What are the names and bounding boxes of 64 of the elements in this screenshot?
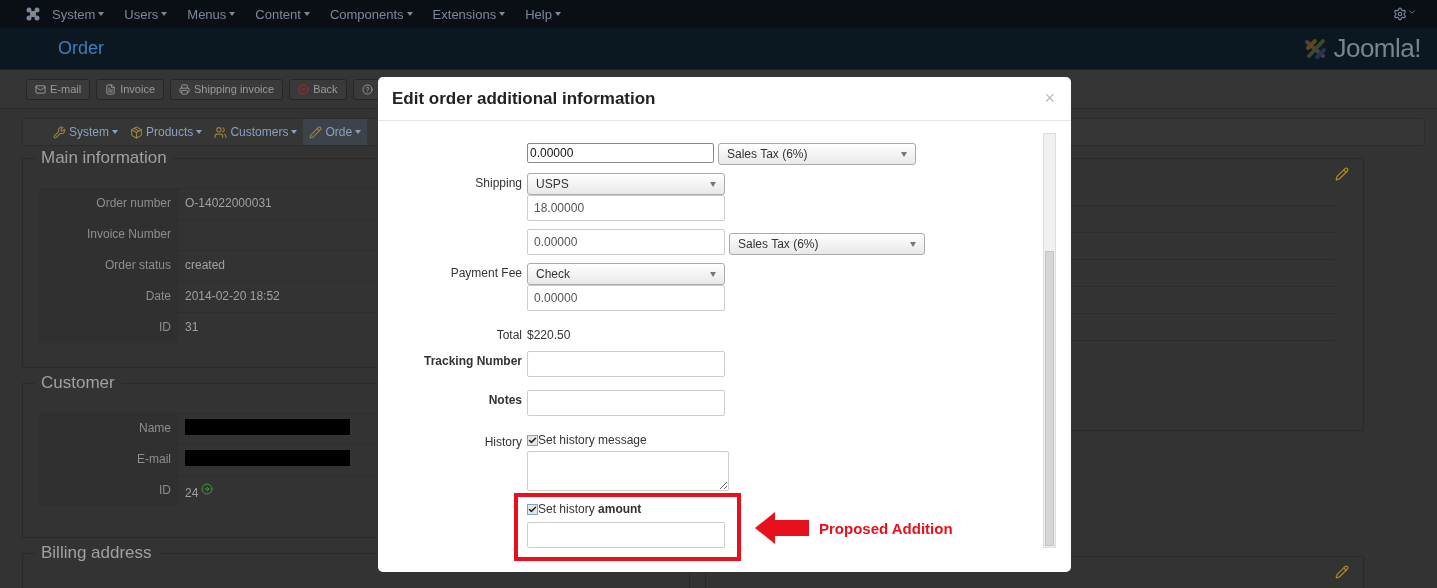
submenu-item[interactable]: Customers (208, 119, 304, 145)
field-label: Notes (487, 392, 522, 409)
field-label: Shipping (474, 175, 522, 192)
total-value: $220.50 (527, 328, 572, 342)
amount-field[interactable]: 0.00000 (527, 285, 725, 311)
submenu-item[interactable]: Orde (303, 119, 368, 145)
package-icon (130, 125, 143, 139)
menu-item[interactable]: Users (116, 6, 176, 22)
callout-text: Proposed Addition (819, 519, 953, 537)
text-field[interactable] (527, 351, 725, 377)
page-title: Order (58, 38, 104, 59)
text-field[interactable] (527, 390, 725, 416)
tax-select[interactable]: Sales Tax (6%) (718, 143, 916, 165)
section-title: Main information (41, 148, 167, 168)
toolbar-button[interactable]: Invoice (96, 78, 165, 100)
tax-select[interactable]: Sales Tax (6%) (729, 233, 925, 255)
amount-field[interactable]: 18.00000 (527, 195, 725, 221)
back-icon (298, 83, 310, 95)
people-icon (214, 125, 228, 139)
toolbar-button[interactable]: Back (289, 78, 347, 100)
amount-field[interactable]: 0.00000 (527, 143, 714, 163)
checkbox-label: Set history message (538, 433, 647, 447)
menu-item[interactable]: Menus (179, 6, 244, 22)
checkbox[interactable] (527, 434, 538, 446)
shipping-icon (179, 83, 191, 95)
logo-icon[interactable] (26, 7, 40, 21)
method-select[interactable]: USPS (527, 173, 725, 195)
logo-text: Joomla! (1333, 33, 1421, 64)
toolbar-button[interactable]: E-mail (26, 78, 91, 100)
scrollbar[interactable] (1043, 133, 1056, 548)
menu-item[interactable]: Content (247, 6, 318, 22)
row-value: 2014-02-20 18:52 (185, 289, 280, 303)
invoice-icon (105, 83, 117, 95)
section-title: Customer (41, 373, 115, 393)
checkbox[interactable] (527, 503, 538, 515)
message-field[interactable] (527, 451, 729, 491)
wrench-icon (53, 125, 66, 139)
amount-field[interactable]: 0.00000 (527, 229, 725, 255)
field-label: Payment Fee (449, 265, 522, 282)
toolbar-button[interactable]: Shipping invoice (170, 78, 284, 100)
settings-icon[interactable] (1393, 7, 1417, 21)
menu-item[interactable]: Components (321, 6, 421, 22)
row-value: 24 (185, 486, 199, 500)
arrow-icon (755, 512, 809, 544)
field-label: History (483, 434, 522, 451)
go-icon[interactable] (201, 483, 214, 495)
menu-item[interactable]: System (44, 6, 113, 22)
menu-item[interactable]: Extensions (424, 6, 514, 22)
amount-field[interactable] (527, 522, 725, 548)
submenu-item[interactable]: System (47, 119, 124, 145)
checkbox-label: Set history amount (538, 502, 642, 516)
mail-icon (35, 83, 46, 95)
section-title: Billing address (41, 543, 152, 563)
field-label: Tracking Number (422, 353, 522, 370)
row-value: O-14022000031 (185, 196, 272, 210)
menu-item[interactable]: Help (517, 6, 569, 22)
row-value: created (185, 258, 226, 272)
method-select[interactable]: Check (527, 263, 725, 285)
help-icon (361, 83, 373, 95)
field-label: Total (495, 328, 522, 342)
pencil-icon (309, 125, 323, 139)
submenu-item[interactable]: Products (124, 119, 209, 145)
row-value: 31 (185, 320, 199, 334)
modal-title: Edit order additional information (392, 88, 656, 109)
